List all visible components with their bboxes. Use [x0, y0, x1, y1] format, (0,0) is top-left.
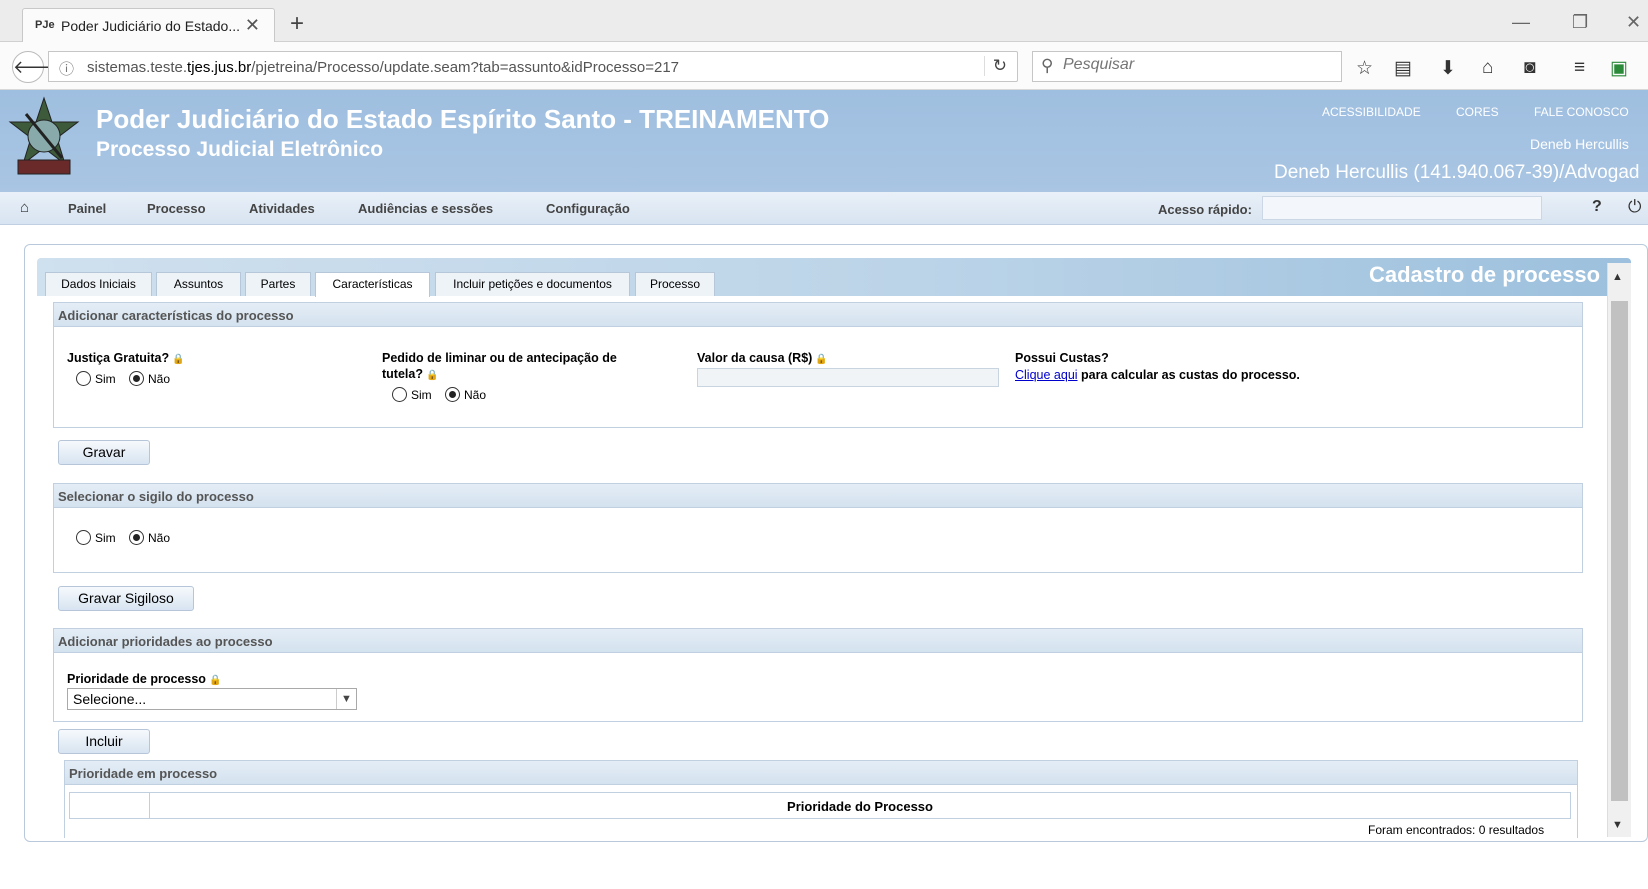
new-tab-icon[interactable]: +: [290, 10, 304, 38]
main-menu: ⌂ Painel Processo Atividades Audiências …: [0, 192, 1648, 225]
home-icon[interactable]: ⌂: [1482, 57, 1493, 79]
caracteristicas-heading: Adicionar características do processo: [54, 303, 1582, 327]
browser-search-box[interactable]: ⚲: [1032, 51, 1342, 82]
site-header: Poder Judiciário do Estado Espírito Sant…: [0, 90, 1648, 192]
panel-title: Cadastro de processo: [1369, 262, 1601, 287]
tab-partes[interactable]: Partes: [245, 272, 311, 296]
close-window-icon[interactable]: ✕: [1626, 12, 1641, 33]
link-fale-conosco[interactable]: FALE CONOSCO: [1534, 105, 1629, 119]
prioridades-heading: Adicionar prioridades ao processo: [54, 629, 1582, 653]
liminar-nao-radio[interactable]: [445, 387, 461, 402]
menu-item-atividades[interactable]: Atividades: [249, 201, 315, 216]
logout-icon[interactable]: ⏻: [1628, 197, 1641, 217]
reading-list-icon[interactable]: ▤: [1394, 57, 1412, 80]
justica-sim-radio[interactable]: [76, 371, 91, 386]
scroll-up-icon[interactable]: ▲: [1612, 271, 1623, 283]
coat-of-arms-logo: [8, 96, 80, 175]
scrollbar-thumb[interactable]: [1611, 301, 1628, 801]
gravar-sigiloso-button[interactable]: Gravar Sigiloso: [58, 586, 194, 611]
quick-access-input[interactable]: [1262, 196, 1542, 220]
menu-item-painel[interactable]: Painel: [68, 201, 106, 216]
menu-item-audiencias[interactable]: Audiências e sessões: [358, 201, 493, 216]
browser-search-input[interactable]: [1063, 56, 1323, 74]
liminar-label: Pedido de liminar ou de antecipação de tu…: [382, 351, 617, 381]
extension-icon[interactable]: ▣: [1610, 57, 1628, 80]
sigilo-sim-radio[interactable]: [76, 530, 91, 545]
justica-nao-radio[interactable]: [129, 371, 145, 386]
prioridade-em-processo-section: Prioridade em processo Prioridade do Pro…: [64, 760, 1578, 838]
sigilo-radios: Sim Não: [76, 530, 170, 545]
user-profile[interactable]: Deneb Hercullis (141.940.067-39)/Advogad: [1274, 162, 1639, 184]
help-icon[interactable]: ?: [1592, 198, 1602, 216]
liminar-radios: Sim Não: [392, 387, 486, 402]
liminar-sim-radio[interactable]: [392, 387, 407, 402]
page-title: Poder Judiciário do Estado Espírito Sant…: [96, 104, 830, 134]
browser-navbar: 🡐 ⓘ sistemas.teste.tjes.jus.br/pjetreina…: [0, 42, 1648, 90]
results-count: Foram encontrados: 0 resultados: [1368, 823, 1545, 837]
prioridade-table-header: Prioridade do Processo: [69, 792, 1571, 819]
table-header-empty-col: [70, 793, 150, 818]
incluir-button[interactable]: Incluir: [58, 729, 150, 754]
download-icon[interactable]: ⬇: [1440, 57, 1456, 80]
tab-incluir-peticoes[interactable]: Incluir petições e documentos: [435, 272, 630, 296]
calcular-custas-link[interactable]: Clique aqui: [1015, 368, 1078, 382]
scroll-down-icon[interactable]: ▼: [1612, 819, 1623, 831]
minimize-icon[interactable]: —: [1512, 12, 1530, 33]
browser-tabstrip: PJe Poder Judiciário do Estado... ✕ + — …: [0, 0, 1648, 42]
info-icon[interactable]: ⓘ: [59, 58, 74, 79]
hamburger-menu-icon[interactable]: ≡: [1574, 57, 1585, 79]
pocket-icon[interactable]: ◙: [1524, 57, 1535, 79]
prioridade-column-header[interactable]: Prioridade do Processo: [150, 793, 1570, 814]
prioridade-select-value: Selecione...: [73, 691, 147, 707]
url-text: sistemas.teste.tjes.jus.br/pjetreina/Pro…: [87, 59, 680, 76]
valor-causa-input[interactable]: [697, 368, 999, 387]
panel-scrollbar[interactable]: ▲ ▼: [1607, 263, 1631, 837]
tab-assuntos[interactable]: Assuntos: [156, 272, 241, 296]
custas-text: Clique aqui para calcular as custas do p…: [1015, 368, 1300, 382]
link-acessibilidade[interactable]: ACESSIBILIDADE: [1322, 105, 1421, 119]
user-name[interactable]: Deneb Hercullis: [1530, 136, 1629, 152]
lock-icon: 🔒: [815, 354, 828, 365]
prioridade-label: Prioridade de processo 🔒: [67, 672, 222, 686]
sigilo-section: Selecionar o sigilo do processo Sim Não: [53, 483, 1583, 573]
address-bar[interactable]: ⓘ sistemas.teste.tjes.jus.br/pjetreina/P…: [48, 51, 1018, 82]
home-icon[interactable]: ⌂: [20, 199, 29, 216]
search-icon: ⚲: [1041, 56, 1054, 75]
lock-icon: 🔒: [208, 675, 222, 686]
tab-caracteristicas[interactable]: Características: [315, 272, 430, 297]
prioridades-section: Adicionar prioridades ao processo Priori…: [53, 628, 1583, 722]
prioridade-em-processo-heading: Prioridade em processo: [65, 761, 1577, 785]
link-cores[interactable]: CORES: [1456, 105, 1499, 119]
menu-item-configuracao[interactable]: Configuração: [546, 201, 630, 216]
chevron-down-icon: ▼: [336, 689, 356, 709]
justica-gratuita-label: Justiça Gratuita? 🔒: [67, 351, 185, 365]
prioridade-select[interactable]: Selecione... ▼: [67, 688, 357, 710]
valor-causa-label: Valor da causa (R$) 🔒: [697, 351, 828, 365]
reload-icon[interactable]: ↻: [983, 56, 1007, 76]
close-tab-icon[interactable]: ✕: [245, 15, 260, 36]
pje-favicon-icon: PJe: [35, 19, 55, 31]
quick-access-label: Acesso rápido:: [1158, 202, 1252, 217]
sigilo-nao-radio[interactable]: [129, 530, 145, 545]
lock-icon: 🔒: [172, 354, 185, 365]
browser-tab-title: Poder Judiciário do Estado...: [61, 18, 240, 34]
bookmark-star-icon[interactable]: ☆: [1356, 57, 1373, 80]
restore-icon[interactable]: ❐: [1572, 12, 1588, 33]
sigilo-heading: Selecionar o sigilo do processo: [54, 484, 1582, 508]
possui-custas-label: Possui Custas?: [1015, 351, 1109, 365]
tab-processo[interactable]: Processo: [635, 272, 715, 296]
browser-tab[interactable]: PJe Poder Judiciário do Estado... ✕: [22, 8, 275, 42]
justica-gratuita-radios: Sim Não: [76, 371, 170, 386]
menu-item-processo[interactable]: Processo: [147, 201, 206, 216]
tab-dados-iniciais[interactable]: Dados Iniciais: [45, 272, 152, 296]
caracteristicas-section: Adicionar características do processo Ju…: [53, 302, 1583, 428]
cadastro-panel: Cadastro de processo Dados Iniciais Assu…: [24, 244, 1648, 842]
page-subtitle: Processo Judicial Eletrônico: [96, 138, 384, 161]
gravar-button[interactable]: Gravar: [58, 440, 150, 465]
back-arrow-icon[interactable]: 🡐: [12, 51, 61, 83]
lock-icon: 🔒: [425, 370, 439, 381]
